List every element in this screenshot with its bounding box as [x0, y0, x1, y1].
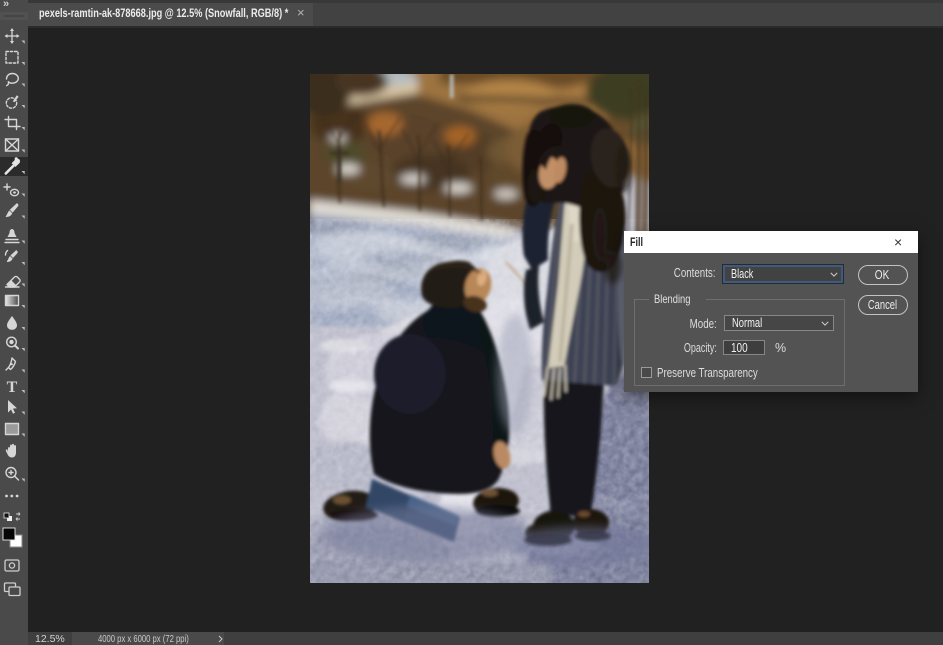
- svg-text:T: T: [7, 379, 18, 396]
